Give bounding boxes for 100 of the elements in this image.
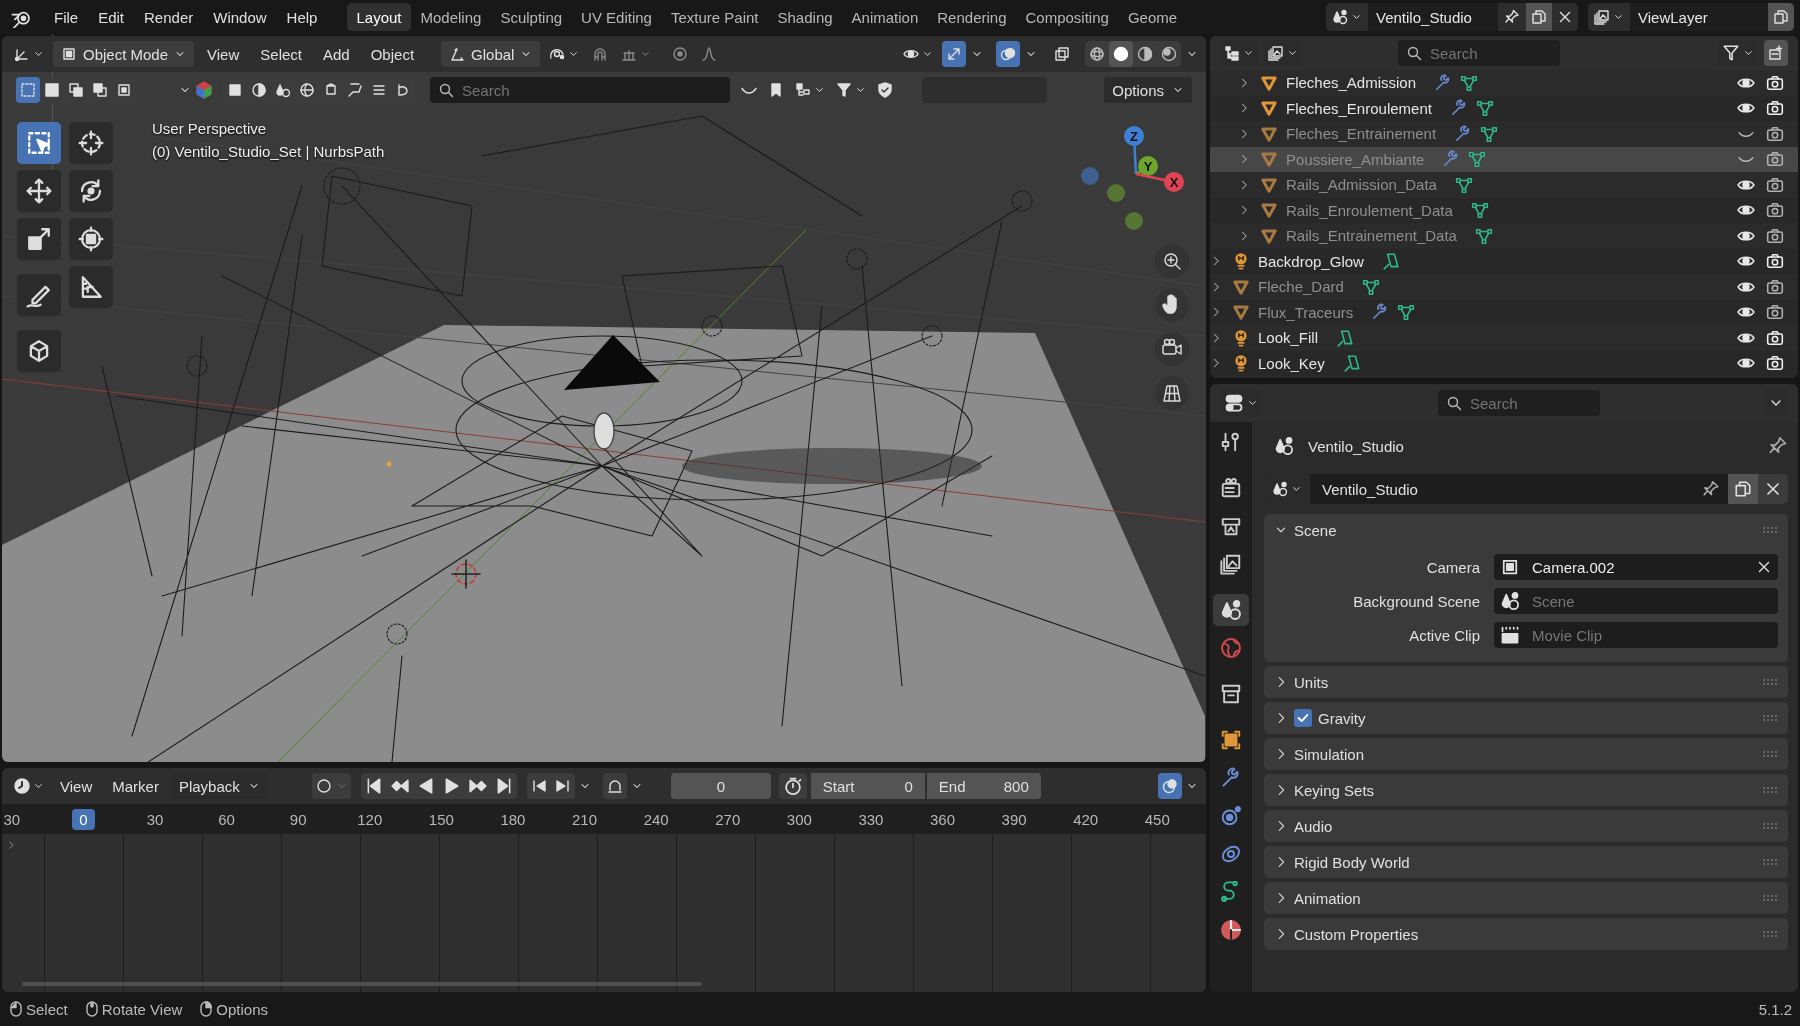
object-name: Backdrop_Glow xyxy=(1258,252,1364,270)
object-name: Fleche_Dard xyxy=(1258,278,1344,296)
field-value: Camera.002 xyxy=(1532,558,1616,576)
object-name: Fleches_Admission xyxy=(1286,74,1417,92)
ruler-label: 420 xyxy=(1073,810,1099,828)
object-field[interactable]: Camera.002 xyxy=(1494,554,1778,580)
outliner-row[interactable]: Flux_Traceurs xyxy=(1210,299,1798,325)
workspace-tab[interactable]: Animation xyxy=(842,3,928,31)
panel-title: Scene xyxy=(1294,521,1337,539)
field-placeholder: Movie Clip xyxy=(1532,626,1603,644)
outliner-row[interactable]: Backdrop_Glow xyxy=(1210,248,1798,274)
ruler-label: 120 xyxy=(357,810,383,828)
panel-title: Animation xyxy=(1294,889,1361,907)
workspace-tab[interactable]: Sculpting xyxy=(491,3,572,31)
status-hint: Rotate View xyxy=(101,1000,183,1018)
object-name: Look_Fill xyxy=(1258,329,1319,347)
field-label: Camera xyxy=(1425,558,1480,576)
panel-header[interactable]: Simulation xyxy=(1264,738,1788,770)
workspace-tab[interactable]: Geome xyxy=(1118,3,1187,31)
ruler-label: 150 xyxy=(428,810,454,828)
field-label: Background Scene xyxy=(1352,592,1480,610)
panel-header[interactable]: Scene xyxy=(1264,514,1788,546)
ruler-label: 180 xyxy=(500,810,526,828)
menu-item[interactable]: Select xyxy=(252,41,310,67)
panel-header[interactable]: Audio xyxy=(1264,810,1788,842)
object-name: Look_Key xyxy=(1258,354,1325,372)
menu-item[interactable]: Marker xyxy=(104,773,167,799)
mode-dropdown[interactable]: Object Mode xyxy=(53,41,195,67)
panel-header[interactable]: Rigid Body World xyxy=(1264,846,1788,878)
field-value: 800 xyxy=(1003,777,1029,795)
panel-title: Gravity xyxy=(1318,709,1366,727)
field-label: End xyxy=(938,777,966,795)
workspace-tab[interactable]: UV Editing xyxy=(572,3,661,31)
menu-item[interactable]: Add xyxy=(315,41,358,67)
panel-title: Custom Properties xyxy=(1294,925,1419,943)
menu-item[interactable]: Window xyxy=(205,4,275,30)
workspace-tab[interactable]: Rendering xyxy=(928,3,1016,31)
search-field[interactable]: Search xyxy=(430,77,730,103)
workspace-tab[interactable]: Texture Paint xyxy=(661,3,768,31)
field-label: Active Clip xyxy=(1408,626,1480,644)
object-field[interactable]: Scene xyxy=(1494,588,1778,614)
playback-dropdown[interactable]: Playback xyxy=(170,773,268,799)
menu-item[interactable]: Render xyxy=(136,4,202,30)
scene-name-field[interactable]: Ventilo_Studio xyxy=(1368,3,1498,31)
scene-name: Ventilo_Studio xyxy=(1322,480,1419,498)
ruler-label: 330 xyxy=(858,810,884,828)
menu-item[interactable]: Edit xyxy=(90,4,133,30)
field-placeholder: Scene xyxy=(1532,592,1575,610)
object-field[interactable]: Movie Clip xyxy=(1494,622,1778,648)
panel-title: Audio xyxy=(1294,817,1333,835)
object-name: Fleches_Enroulement xyxy=(1286,99,1432,117)
panel-header[interactable]: Gravity xyxy=(1264,702,1788,734)
menu-item[interactable]: Object xyxy=(362,41,423,67)
field-value: 0 xyxy=(904,777,913,795)
workspace-tab[interactable]: Compositing xyxy=(1016,3,1118,31)
panel-header[interactable]: Animation xyxy=(1264,882,1788,914)
panel-title: Rigid Body World xyxy=(1294,853,1410,871)
workspace-tab[interactable]: Shading xyxy=(768,3,842,31)
gizmo-axis-handle[interactable]: Y xyxy=(1135,156,1158,176)
ruler-label: 210 xyxy=(572,810,598,828)
version-label: 5.1.2 xyxy=(1758,1000,1792,1018)
status-hint: Options xyxy=(216,1000,268,1018)
object-name: Flux_Traceurs xyxy=(1258,303,1354,321)
current-frame-field[interactable]: 0 xyxy=(670,773,771,799)
object-name: Rails_Entrainement_Data xyxy=(1286,227,1457,245)
panel-header[interactable]: Units xyxy=(1264,666,1788,698)
ruler-label: 390 xyxy=(1001,810,1027,828)
ruler-label: 30 xyxy=(146,810,164,828)
orientation-dropdown[interactable]: Global xyxy=(441,41,541,67)
panel-title: Units xyxy=(1294,673,1329,691)
menu-item[interactable]: View xyxy=(199,41,248,67)
search-field[interactable]: Search xyxy=(1398,40,1560,66)
workspace-tab[interactable]: Layout xyxy=(347,3,411,31)
gizmo-axis-handle[interactable]: X xyxy=(1135,172,1184,192)
start-frame-field[interactable]: Start 0 xyxy=(810,773,925,799)
scene-datablock-field[interactable]: Ventilo_Studio xyxy=(1264,474,1788,504)
object-name: Rails_Enroulement_Data xyxy=(1286,201,1453,219)
panel-title: Keying Sets xyxy=(1294,781,1375,799)
panel-header[interactable]: Keying Sets xyxy=(1264,774,1788,806)
context-title: Ventilo_Studio xyxy=(1308,437,1404,455)
ruler-label: 90 xyxy=(289,810,307,828)
search-field[interactable]: Search xyxy=(1438,390,1600,416)
ruler-label: 30 xyxy=(3,810,21,828)
outliner-row[interactable]: Rails_Enroulement_Data xyxy=(1210,197,1798,223)
view-layer-name-field[interactable]: ViewLayer xyxy=(1630,3,1768,31)
outliner-row[interactable]: Look_Key xyxy=(1210,350,1798,376)
playhead-frame-label[interactable]: 0 xyxy=(72,808,95,830)
outliner-row[interactable]: Fleches_Enroulement xyxy=(1210,95,1798,121)
ruler-label: 360 xyxy=(930,810,956,828)
workspace-tab[interactable]: Modeling xyxy=(411,3,491,31)
menu-item[interactable]: View xyxy=(52,773,101,799)
viewport-info-text: User Perspective xyxy=(152,120,268,137)
end-frame-field[interactable]: End 800 xyxy=(926,773,1041,799)
menu-item[interactable]: Help xyxy=(278,4,326,30)
object-name: Poussiere_Ambiante xyxy=(1286,150,1425,168)
ruler-label: 60 xyxy=(218,810,235,828)
panel-header[interactable]: Custom Properties xyxy=(1264,918,1788,950)
options-dropdown[interactable]: Options xyxy=(1104,77,1192,103)
ruler-label: 300 xyxy=(786,810,812,828)
menu-item[interactable]: File xyxy=(46,4,87,30)
